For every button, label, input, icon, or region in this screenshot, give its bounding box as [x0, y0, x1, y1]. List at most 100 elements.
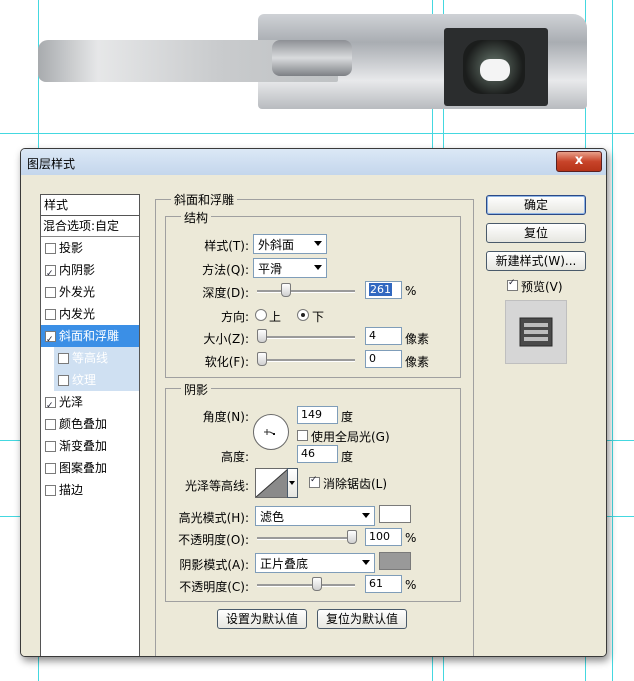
new-style-button[interactable]: 新建样式(W)... — [486, 251, 586, 271]
styles-header[interactable]: 样式 — [41, 195, 139, 216]
technique-dropdown[interactable]: 平滑 — [253, 258, 327, 278]
style-item-checkbox[interactable] — [45, 329, 56, 351]
depth-input[interactable]: 261 — [365, 281, 402, 299]
contour-dropdown-button[interactable] — [287, 468, 298, 498]
preview-label[interactable]: 预览(V) — [521, 278, 563, 295]
anti-aliased-checkbox[interactable] — [309, 475, 320, 488]
soften-slider[interactable] — [257, 359, 355, 362]
style-item-checkbox[interactable] — [45, 395, 56, 417]
highlight-mode-dropdown[interactable]: 滤色 — [255, 506, 375, 526]
styles-list: 样式 混合选项:自定 投影内阴影外发光内发光斜面和浮雕等高线纹理光泽颜色叠加渐变… — [40, 194, 140, 656]
style-item[interactable]: 图案叠加 — [41, 457, 139, 479]
anti-aliased-label[interactable]: 消除锯齿(L) — [323, 475, 387, 492]
altitude-input[interactable]: 46 — [297, 445, 338, 463]
soften-input[interactable]: 0 — [365, 350, 402, 368]
highlight-opacity-input[interactable]: 100 — [365, 528, 402, 546]
style-item-label: 纹理 — [72, 373, 97, 387]
shadow-opacity-label: 不透明度(C): — [179, 580, 249, 594]
style-item[interactable]: 内阴影 — [41, 259, 139, 285]
style-item-checkbox[interactable] — [58, 375, 69, 386]
shadow-mode-label: 阴影模式(A): — [179, 558, 249, 572]
size-input[interactable]: 4 — [365, 327, 402, 345]
style-item[interactable]: 纹理 — [54, 369, 139, 391]
style-item-checkbox[interactable] — [45, 419, 56, 430]
make-default-button[interactable]: 设置为默认值 — [217, 609, 307, 629]
chevron-down-icon — [362, 560, 370, 565]
highlight-mode-value: 滤色 — [260, 510, 285, 524]
style-item-checkbox[interactable] — [58, 353, 69, 364]
shadow-mode-dropdown[interactable]: 正片叠底 — [255, 553, 375, 573]
depth-slider[interactable] — [257, 290, 355, 293]
layer-style-dialog: 图层样式 x 样式 混合选项:自定 投影内阴影外发光内发光斜面和浮雕等高线纹理光… — [20, 148, 607, 657]
reset-default-button[interactable]: 复位为默认值 — [317, 609, 407, 629]
style-item-label: 内阴影 — [59, 263, 96, 277]
gloss-contour-picker[interactable] — [255, 468, 289, 498]
angle-unit: 度 — [341, 410, 354, 424]
direction-down-radio[interactable] — [297, 309, 309, 321]
camera-lens-highlight — [480, 59, 510, 81]
soften-label: 软化(F): — [204, 355, 249, 369]
style-item-checkbox[interactable] — [45, 287, 56, 298]
style-item-checkbox[interactable] — [45, 485, 56, 496]
technique-label: 方法(Q): — [202, 263, 249, 277]
title-bar[interactable]: 图层样式 x — [21, 149, 606, 175]
global-light-checkbox[interactable] — [297, 430, 308, 441]
depth-unit: % — [405, 284, 417, 298]
technique-value: 平滑 — [258, 262, 283, 276]
style-item[interactable]: 光泽 — [41, 391, 139, 417]
gloss-contour-label: 光泽等高线: — [184, 479, 249, 493]
ok-button[interactable]: 确定 — [486, 195, 586, 215]
shadow-color-swatch[interactable] — [379, 552, 411, 570]
style-item-checkbox[interactable] — [45, 441, 56, 452]
reset-button[interactable]: 复位 — [486, 223, 586, 243]
depth-slider-thumb[interactable] — [281, 283, 292, 297]
style-item-label: 等高线 — [72, 351, 109, 365]
style-label: 样式(T): — [204, 239, 249, 253]
shadow-opacity-unit: % — [405, 578, 417, 592]
camera-knob — [272, 40, 352, 76]
blending-options-item[interactable]: 混合选项:自定 — [41, 216, 139, 237]
style-item-checkbox[interactable] — [45, 463, 56, 474]
style-item[interactable]: 等高线 — [54, 347, 139, 369]
style-item-label: 光泽 — [59, 395, 84, 409]
direction-up-label[interactable]: 上 — [269, 308, 281, 325]
close-button[interactable]: x — [556, 151, 602, 172]
style-item[interactable]: 渐变叠加 — [41, 435, 139, 457]
style-item[interactable]: 投影 — [41, 237, 139, 259]
shadow-opacity-slider[interactable] — [257, 584, 355, 587]
style-item-checkbox[interactable] — [45, 309, 56, 320]
highlight-color-swatch[interactable] — [379, 505, 411, 523]
bevel-group-title: 斜面和浮雕 — [171, 191, 238, 208]
style-preview — [505, 300, 567, 364]
size-label: 大小(Z): — [203, 332, 249, 346]
style-item-checkbox[interactable] — [45, 243, 56, 254]
style-item[interactable]: 斜面和浮雕 — [41, 325, 139, 351]
direction-up-radio[interactable] — [255, 309, 267, 321]
shadow-opacity-thumb[interactable] — [311, 577, 322, 591]
contour-icon — [256, 469, 288, 497]
angle-input[interactable]: 149 — [297, 406, 338, 424]
style-item[interactable]: 颜色叠加 — [41, 413, 139, 435]
highlight-opacity-slider[interactable] — [257, 537, 355, 540]
style-item-label: 图案叠加 — [59, 461, 108, 475]
soften-slider-thumb[interactable] — [257, 352, 267, 366]
angle-label: 角度(N): — [202, 410, 249, 424]
style-dropdown[interactable]: 外斜面 — [253, 234, 327, 254]
highlight-opacity-thumb[interactable] — [347, 530, 357, 544]
style-item-label: 投影 — [59, 241, 84, 255]
style-item[interactable]: 内发光 — [41, 303, 139, 325]
size-slider-thumb[interactable] — [257, 329, 267, 343]
global-light-label[interactable]: 使用全局光(G) — [311, 428, 390, 445]
style-item[interactable]: 外发光 — [41, 281, 139, 303]
shadow-opacity-input[interactable]: 61 — [365, 575, 402, 593]
style-item[interactable]: 描边 — [41, 479, 139, 501]
dialog-content: 样式 混合选项:自定 投影内阴影外发光内发光斜面和浮雕等高线纹理光泽颜色叠加渐变… — [21, 175, 606, 656]
size-slider[interactable] — [257, 336, 355, 339]
angle-dial[interactable] — [253, 414, 289, 450]
crosshair-icon — [264, 429, 275, 435]
style-item-label: 描边 — [59, 483, 84, 497]
style-item-label: 外发光 — [59, 285, 96, 299]
preview-checkbox[interactable] — [507, 278, 518, 291]
style-item-checkbox[interactable] — [45, 263, 56, 285]
direction-down-label[interactable]: 下 — [312, 308, 324, 325]
